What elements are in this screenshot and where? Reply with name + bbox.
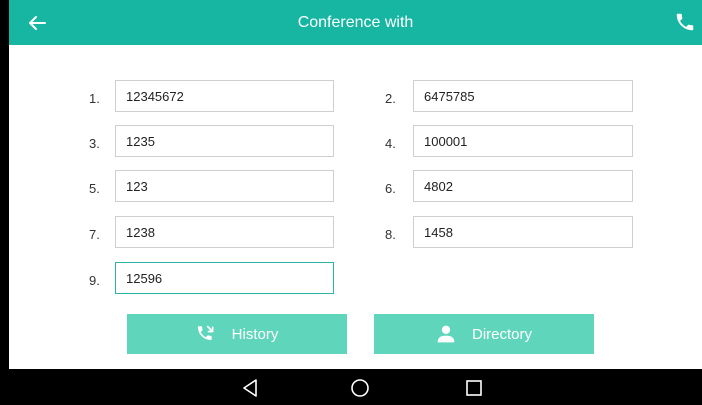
number-field-2[interactable] [413,80,633,112]
number-field-4[interactable] [413,125,633,157]
field-2-label: 2. [385,91,396,106]
person-icon [437,325,455,343]
title-bar: Conference with [9,0,702,45]
field-8-label: 8. [385,227,396,242]
nav-back-button[interactable] [240,378,260,398]
field-6-label: 6. [385,181,396,196]
field-3-label: 3. [89,136,100,151]
device-frame: Conference with 1. 2. 3. 4. 5. 6. 7. 8. … [0,0,702,405]
history-button[interactable]: History [127,314,347,354]
number-field-9[interactable] [115,262,334,294]
directory-button-label: Directory [471,325,532,343]
number-field-1[interactable] [115,80,334,112]
nav-recent-button[interactable] [464,378,484,398]
field-1-label: 1. [89,91,100,106]
directory-button[interactable]: Directory [374,314,594,354]
field-7-label: 7. [89,227,100,242]
nav-back-icon [243,379,257,397]
number-field-8[interactable] [413,216,633,248]
phone-icon [676,13,694,31]
field-4-label: 4. [385,136,396,151]
number-field-3[interactable] [115,125,334,157]
nav-recent-icon [466,380,482,396]
number-field-6[interactable] [413,170,633,202]
page-title: Conference with [297,14,414,31]
nav-home-button[interactable] [350,378,370,398]
call-history-icon [197,325,214,340]
field-9-label: 9. [89,273,100,288]
number-field-5[interactable] [115,170,334,202]
history-button-label: History [231,325,279,343]
number-field-7[interactable] [115,216,334,248]
call-button[interactable] [674,11,696,33]
nav-home-icon [351,379,369,397]
field-5-label: 5. [89,181,100,196]
navigation-bar [9,369,702,405]
